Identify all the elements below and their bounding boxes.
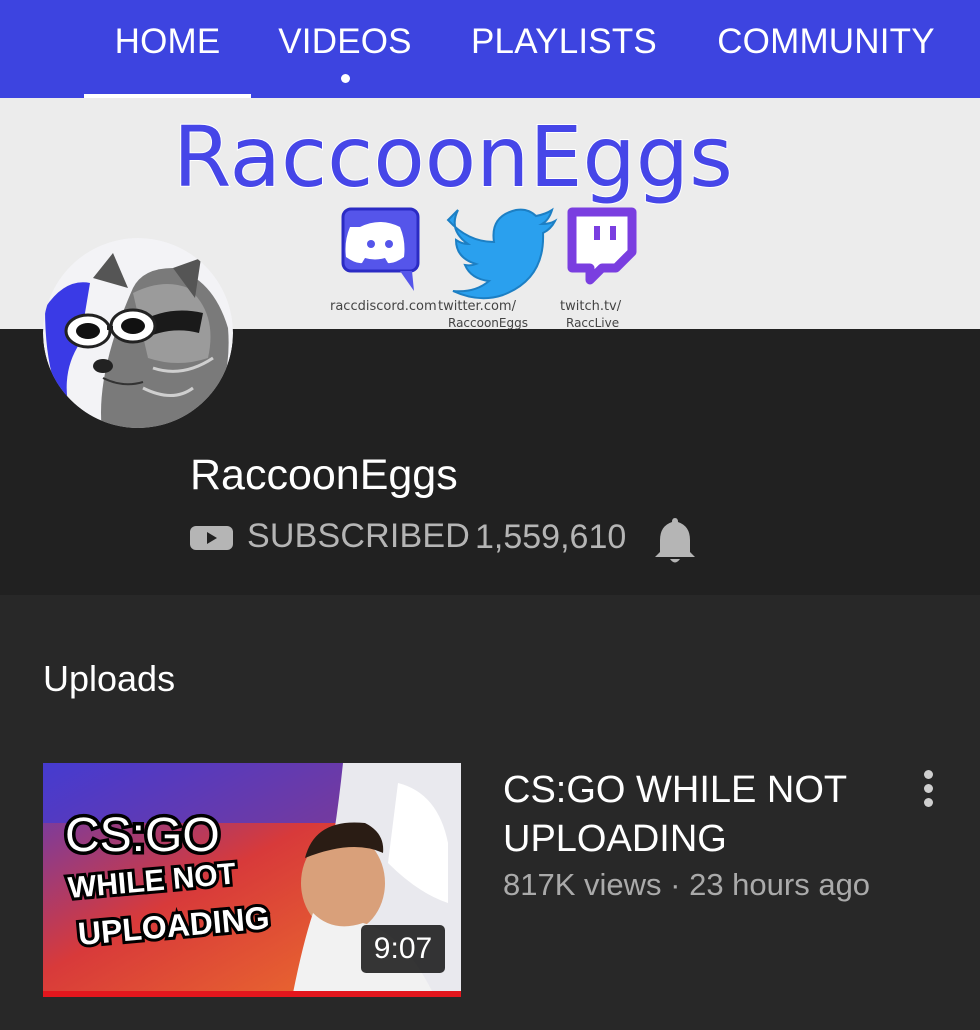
tab-playlists-label: PLAYLISTS (471, 22, 657, 61)
video-thumbnail[interactable]: CS:GO WHILE NOT UPLOADING 9:07 (43, 763, 461, 997)
tab-videos[interactable]: VIDEOS (262, 0, 428, 98)
channel-name: RaccoonEggs (190, 451, 458, 499)
subscription-row: SUBSCRIBED 1,559,610 (190, 514, 710, 563)
tab-videos-label: VIDEOS (278, 22, 412, 61)
banner-title: RaccoonEggs (173, 108, 733, 206)
video-title[interactable]: CS:GO WHILE NOT UPLOADING (503, 766, 883, 864)
subscribed-button[interactable]: SUBSCRIBED (247, 517, 470, 556)
raccoon-avatar-image (43, 238, 233, 428)
banner-link-twitter: twitter.com/ (438, 299, 517, 314)
tab-community[interactable]: COMMUNITY (700, 0, 952, 98)
tab-playlists[interactable]: PLAYLISTS (458, 0, 670, 98)
banner-link-twitch-handle: RaccLive (566, 316, 619, 329)
banner-link-twitch: twitch.tv/ (560, 299, 622, 314)
youtube-play-icon (190, 526, 233, 550)
subscriber-count: 1,559,610 (475, 518, 627, 556)
tab-community-label: COMMUNITY (717, 22, 935, 61)
notification-bell-icon[interactable] (653, 514, 697, 564)
new-content-dot (341, 74, 350, 83)
watch-progress-bar (43, 991, 461, 997)
video-duration-badge: 9:07 (361, 925, 445, 973)
tab-home[interactable]: HOME (84, 0, 251, 98)
uploads-section-title: Uploads (43, 658, 176, 699)
channel-tab-bar: HOME VIDEOS PLAYLISTS COMMUNITY (0, 0, 980, 98)
video-meta: 817K views · 23 hours ago (503, 867, 871, 902)
tab-home-label: HOME (114, 22, 221, 61)
video-list-item[interactable]: CS:GO WHILE NOT UPLOADING 9:07 CS:GO WHI… (43, 763, 943, 1001)
thumbnail-text-line-1: CS:GO (65, 809, 220, 862)
banner-link-discord: raccdiscord.com (330, 299, 437, 314)
more-options-icon[interactable] (911, 765, 947, 813)
banner-link-twitter-handle: RaccoonEggs (448, 316, 528, 329)
channel-page: HOME VIDEOS PLAYLISTS COMMUNITY RaccoonE… (0, 0, 980, 1030)
channel-avatar[interactable] (43, 238, 233, 428)
